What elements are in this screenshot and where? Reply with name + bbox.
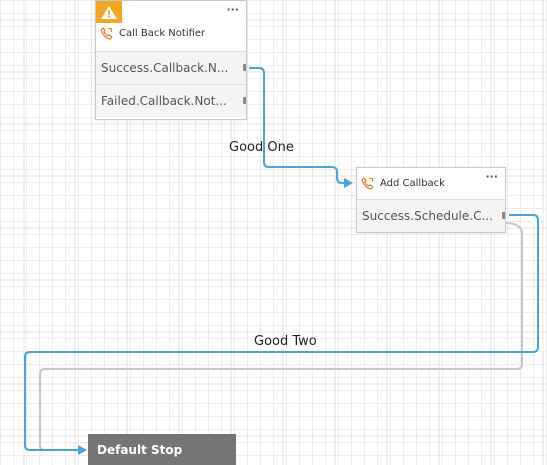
node-title: Add Callback (380, 178, 445, 189)
edge-label-good-two[interactable]: Good Two (254, 334, 317, 349)
outcome-label: Success.Callback.N... (101, 61, 229, 75)
outcome-label: Success.Schedule.C... (362, 209, 493, 223)
node-title: Call Back Notifier (119, 28, 206, 39)
outcome-label: Failed.Callback.Not... (101, 94, 227, 108)
phone-callback-icon (100, 27, 113, 40)
outcome-success-callback[interactable]: Success.Callback.N... (96, 51, 246, 84)
edge-label-good-one[interactable]: Good One (229, 140, 294, 155)
connector-good-two-arrow (78, 445, 87, 455)
flow-canvas[interactable]: ··· Call Back Notifier Success.Callback.… (0, 0, 547, 465)
outcome-port[interactable] (243, 97, 246, 104)
node-menu-button[interactable]: ··· (485, 170, 498, 183)
outcome-port[interactable] (243, 64, 246, 71)
warning-badge[interactable] (96, 1, 122, 23)
outcome-failed-callback[interactable]: Failed.Callback.Not... (96, 84, 246, 117)
connector-good-one[interactable] (249, 67, 345, 184)
phone-callback-icon (361, 177, 374, 190)
connector-good-two[interactable] (24, 214, 539, 451)
node-header: ··· Add Callback (357, 168, 505, 199)
connector-good-one-arrow (344, 178, 353, 188)
outcome-port[interactable] (502, 212, 505, 219)
node-default-stop[interactable]: Default Stop (88, 434, 236, 465)
node-menu-button[interactable]: ··· (226, 3, 239, 16)
node-add-callback[interactable]: ··· Add Callback Success.Schedule.C... (356, 167, 506, 233)
node-call-back-notifier[interactable]: ··· Call Back Notifier Success.Callback.… (95, 0, 247, 120)
outcome-success-schedule[interactable]: Success.Schedule.C... (357, 199, 505, 232)
node-header: ··· Call Back Notifier (96, 1, 246, 51)
node-title: Default Stop (97, 442, 183, 457)
warning-icon (101, 5, 117, 19)
